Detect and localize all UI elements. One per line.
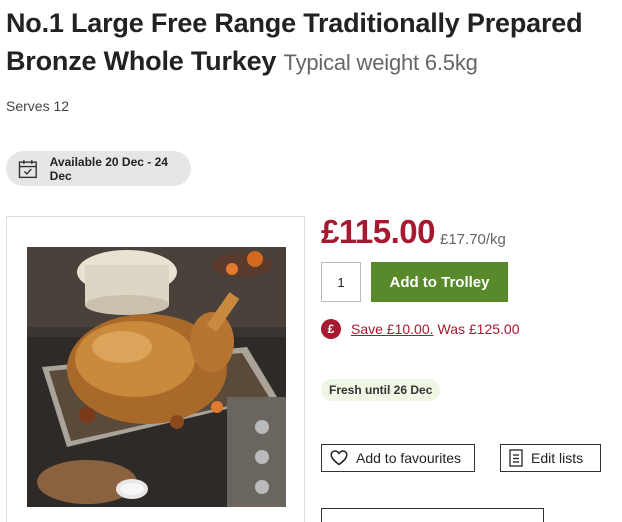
availability-badge: Available 20 Dec - 24 Dec — [6, 151, 191, 186]
fresh-until-badge: Fresh until 26 Dec — [321, 379, 441, 401]
list-icon — [509, 449, 523, 467]
product-image — [27, 247, 286, 507]
save-offer-link[interactable]: Save £10.00. — [351, 321, 434, 337]
edit-lists-label: Edit lists — [531, 450, 584, 466]
add-to-trolley-button[interactable]: Add to Trolley — [371, 262, 508, 302]
serves-text: Serves 12 — [6, 98, 70, 114]
offer-row: £ Save £10.00. Was £125.00 — [321, 319, 520, 339]
quantity-input[interactable]: 1 — [321, 262, 361, 302]
edit-lists-button[interactable]: Edit lists — [500, 444, 601, 472]
availability-text: Available 20 Dec - 24 Dec — [49, 154, 168, 183]
add-to-favourites-button[interactable]: Add to favourites — [321, 444, 475, 472]
product-title: No.1 Large Free Range Traditionally Prep… — [6, 4, 618, 82]
partial-action-button[interactable] — [321, 508, 544, 522]
was-price: Was £125.00 — [437, 321, 520, 337]
heart-icon — [330, 450, 348, 466]
price: £115.00 — [321, 213, 435, 250]
typical-weight: Typical weight 6.5kg — [283, 50, 478, 75]
product-image-card[interactable] — [6, 216, 305, 522]
favourites-label: Add to favourites — [356, 450, 462, 466]
offer-pound-icon: £ — [321, 319, 341, 339]
calendar-icon — [18, 159, 37, 178]
price-per-kg: £17.70/kg — [440, 231, 506, 248]
